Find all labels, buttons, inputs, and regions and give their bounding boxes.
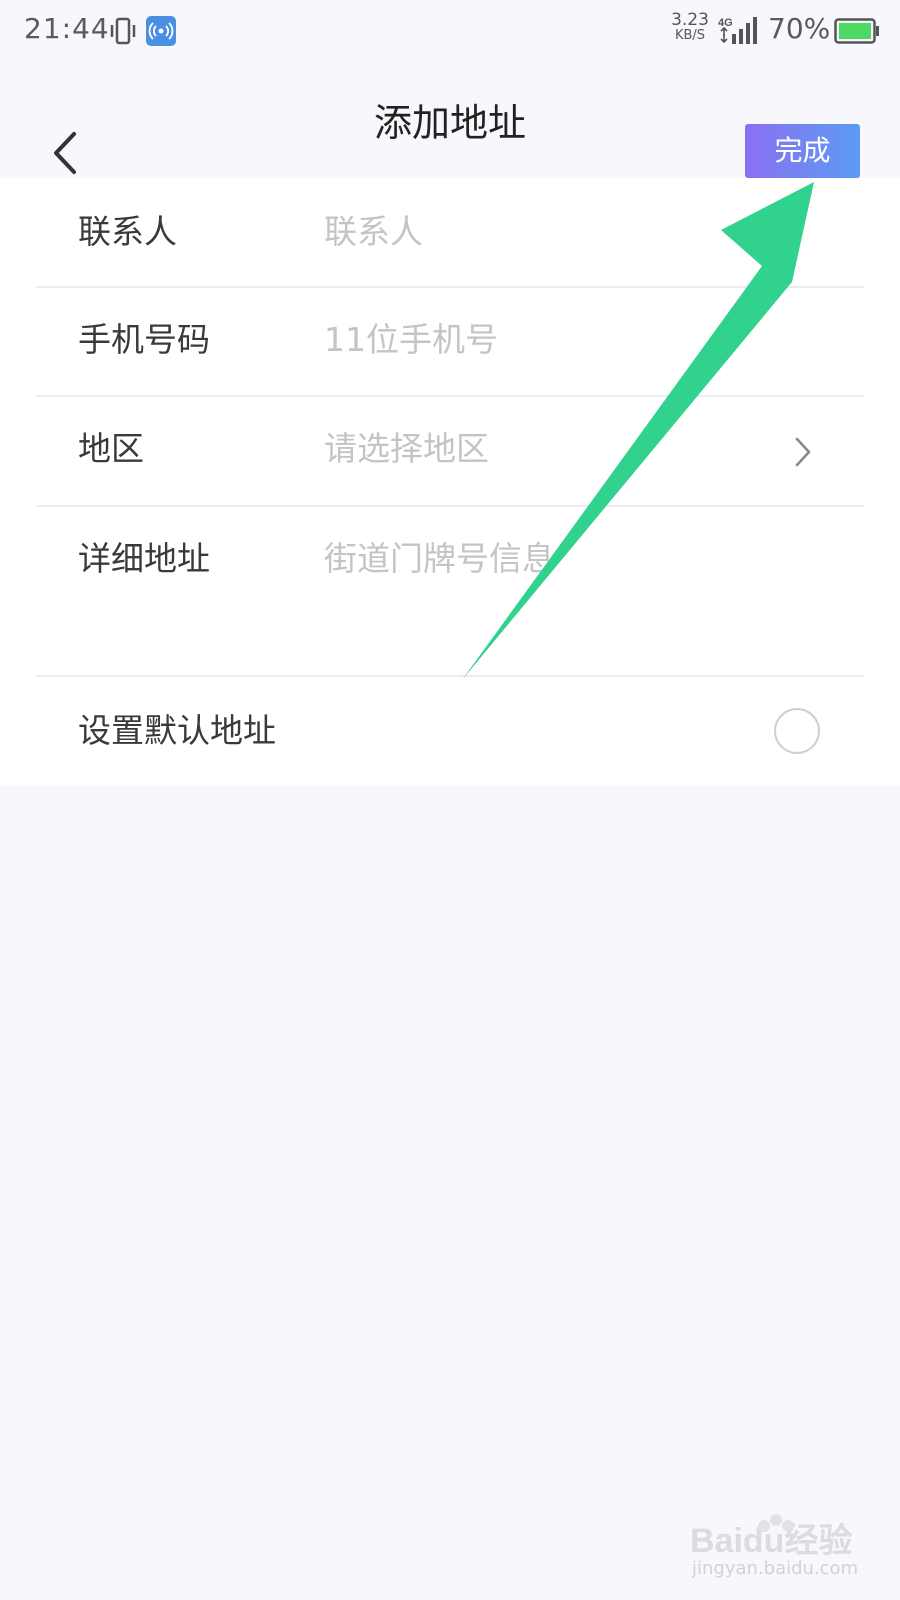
done-button[interactable]: 完成: [745, 124, 860, 178]
status-bar: 21:44 3.23 KB/S 4G 70%: [0, 0, 900, 64]
divider: [36, 505, 864, 507]
default-address-row[interactable]: 设置默认地址: [36, 704, 864, 754]
watermark-brand: Baidu经验: [690, 1521, 852, 1560]
network-speed-value: 3.23: [671, 10, 709, 30]
watermark-url: jingyan.baidu.com: [692, 1558, 859, 1579]
detail-address-row[interactable]: 详细地址 街道门牌号信息: [36, 532, 864, 582]
phone-input[interactable]: 11位手机号: [324, 313, 498, 361]
hotspot-icon: [146, 16, 176, 46]
phone-label: 手机号码: [78, 320, 210, 359]
address-form: [0, 178, 900, 786]
region-select[interactable]: 请选择地区: [324, 422, 489, 470]
battery-icon: [834, 18, 879, 44]
network-speed-unit: KB/S: [674, 28, 706, 43]
contact-label: 联系人: [78, 212, 177, 251]
divider: [36, 286, 864, 288]
region-row[interactable]: 地区 请选择地区: [36, 422, 864, 472]
chevron-right-icon[interactable]: [792, 435, 814, 469]
contact-input[interactable]: 联系人: [324, 205, 423, 253]
phone-row[interactable]: 手机号码 11位手机号: [36, 313, 864, 363]
detail-address-label: 详细地址: [78, 539, 210, 578]
detail-address-input[interactable]: 街道门牌号信息: [324, 532, 555, 580]
battery-percent: 70%: [768, 12, 831, 45]
divider: [36, 675, 864, 677]
vibrate-icon: [110, 17, 136, 45]
signal-icon: 4G: [718, 17, 757, 44]
contact-row[interactable]: 联系人 联系人: [36, 205, 864, 255]
network-speed: 3.23 KB/S: [668, 12, 712, 44]
region-label: 地区: [78, 429, 144, 468]
default-address-radio[interactable]: [774, 708, 820, 754]
add-address-screen: 21:44 3.23 KB/S 4G 70% 添加地址 完成 联系人 联系人 手…: [0, 0, 900, 1600]
network-type: 4G: [718, 17, 733, 29]
default-address-label: 设置默认地址: [78, 711, 276, 750]
status-time: 21:44: [24, 12, 110, 45]
divider: [36, 395, 864, 397]
